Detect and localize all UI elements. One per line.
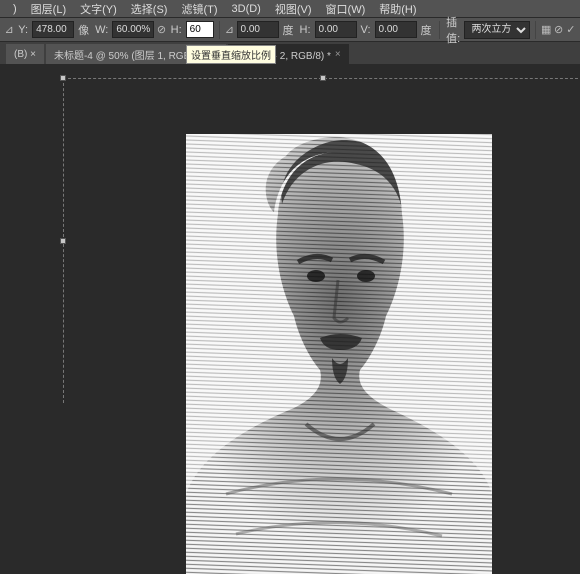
reference-point-icon[interactable]: ⊿ bbox=[4, 21, 14, 39]
tabs-bar: (B) × 未标题-4 @ 50% (图层 1, RGB/8) * × 设置垂直… bbox=[0, 42, 580, 64]
interp-label: 插值: bbox=[446, 14, 460, 46]
portrait-image bbox=[186, 134, 492, 574]
vskew-label: V: bbox=[361, 24, 371, 36]
angle-unit: 度 bbox=[283, 22, 294, 38]
hskew-input[interactable] bbox=[315, 21, 357, 38]
h-input[interactable] bbox=[186, 21, 214, 38]
canvas-image bbox=[186, 134, 492, 574]
y-input[interactable] bbox=[32, 21, 74, 38]
menu-item-type[interactable]: 文字(Y) bbox=[73, 1, 124, 17]
menu-item-filter[interactable]: 滤镜(T) bbox=[174, 1, 224, 17]
skew-unit: 度 bbox=[421, 22, 432, 38]
commit-icon[interactable]: ✓ bbox=[566, 21, 576, 39]
divider bbox=[219, 21, 220, 39]
interpolation-select[interactable]: 两次立方 bbox=[464, 21, 530, 39]
y-unit: 像 bbox=[78, 22, 89, 38]
tab[interactable]: (B) × bbox=[6, 44, 44, 64]
angle-icon: ⊿ bbox=[224, 21, 234, 39]
vskew-input[interactable] bbox=[375, 21, 417, 38]
tab-label: (B) × bbox=[14, 49, 36, 60]
transform-handle[interactable] bbox=[320, 75, 326, 81]
transform-handle[interactable] bbox=[60, 75, 66, 81]
menu-item-view[interactable]: 视图(V) bbox=[268, 1, 319, 17]
menu-item[interactable]: ) bbox=[6, 3, 24, 15]
menu-item-select[interactable]: 选择(S) bbox=[124, 1, 175, 17]
link-icon[interactable]: ⊘ bbox=[156, 21, 166, 39]
menu-item-window[interactable]: 窗口(W) bbox=[319, 1, 373, 17]
cancel-icon[interactable]: ⊘ bbox=[553, 21, 563, 39]
menu-item-layer[interactable]: 图层(L) bbox=[24, 1, 73, 17]
tab[interactable]: 未标题-4 @ 50% (图层 1, RGB/8) * × 设置垂直缩放比例 bbox=[46, 44, 226, 64]
menu-item-3d[interactable]: 3D(D) bbox=[225, 3, 268, 15]
divider bbox=[535, 21, 536, 39]
y-label: Y: bbox=[18, 24, 28, 36]
menu-item-help[interactable]: 帮助(H) bbox=[372, 1, 423, 17]
hskew-label: H: bbox=[300, 24, 311, 36]
angle-input[interactable] bbox=[237, 21, 279, 38]
canvas-area[interactable] bbox=[0, 64, 580, 510]
tooltip: 设置垂直缩放比例 bbox=[186, 45, 276, 64]
h-label: H: bbox=[171, 24, 182, 36]
warp-icon[interactable]: ▦ bbox=[541, 21, 551, 39]
transform-handle[interactable] bbox=[60, 238, 66, 244]
menu-bar: ) 图层(L) 文字(Y) 选择(S) 滤镜(T) 3D(D) 视图(V) 窗口… bbox=[0, 0, 580, 18]
close-icon[interactable]: × bbox=[335, 49, 341, 60]
w-label: W: bbox=[95, 24, 108, 36]
options-bar: ⊿ Y: 像 W: ⊘ H: ⊿ 度 H: V: 度 插值: 两次立方 ▦ ⊘ … bbox=[0, 18, 580, 42]
divider bbox=[439, 21, 440, 39]
w-input[interactable] bbox=[112, 21, 154, 38]
